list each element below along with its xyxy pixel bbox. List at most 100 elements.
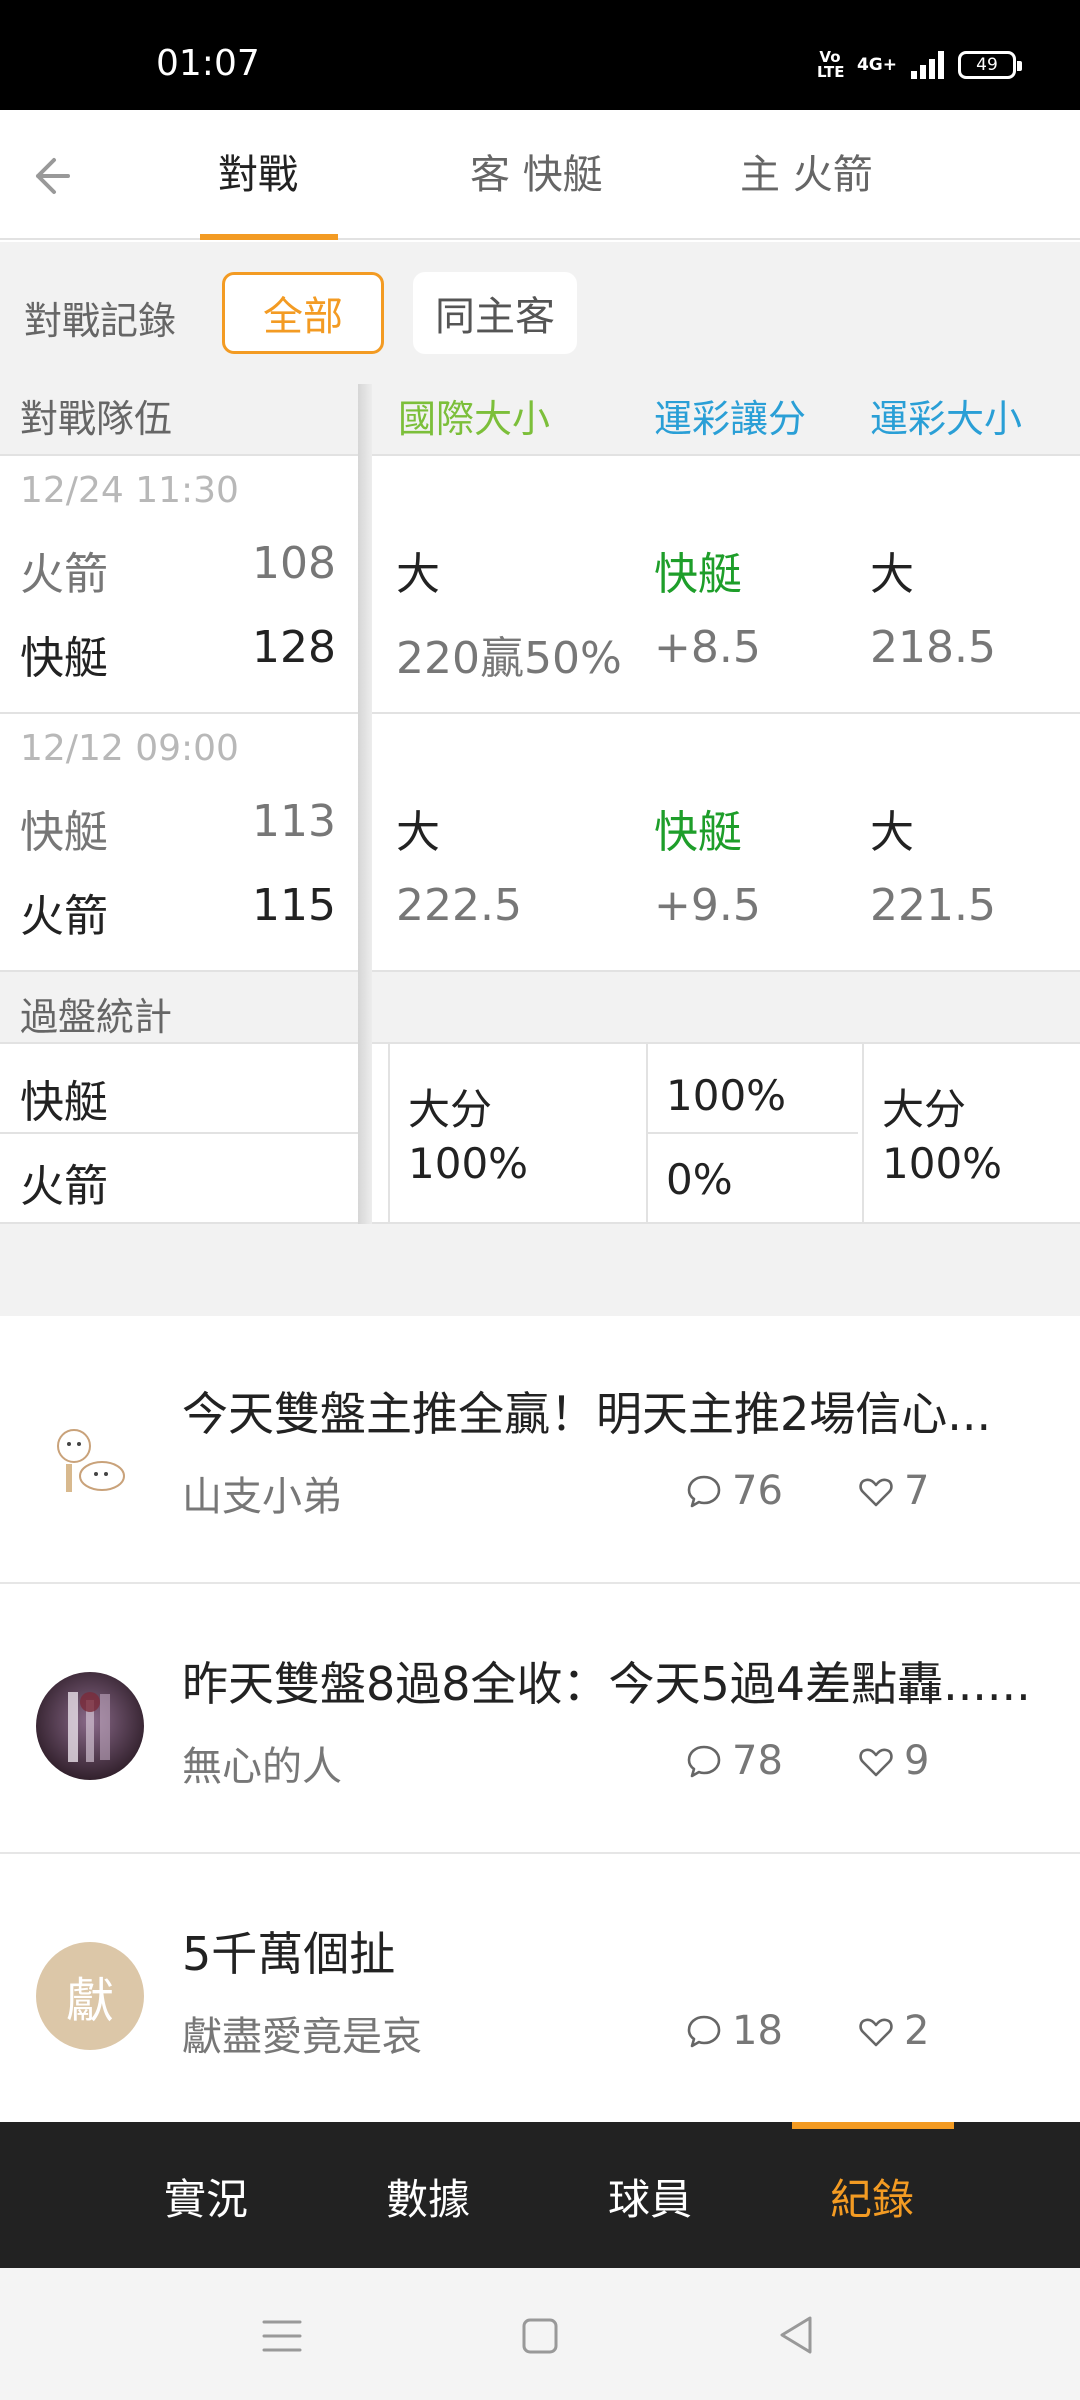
signal-icon — [911, 51, 944, 79]
divider — [862, 1044, 864, 1224]
post-item[interactable]: 昨天雙盤8過8全收：今天5過4差點轟...... 無心的人 78 9 — [0, 1586, 1080, 1854]
total-line: 221.5 — [870, 880, 996, 931]
heart-icon — [859, 1748, 893, 1777]
post-title[interactable]: 今天雙盤主推全贏！明天主推2場信心... — [182, 1378, 1042, 1444]
arrow-left-icon[interactable] — [24, 152, 72, 200]
sticky-column-shadow — [358, 384, 372, 1224]
team-score: 108 — [252, 538, 336, 589]
total-line: 218.5 — [870, 622, 996, 673]
back-triangle-icon[interactable] — [776, 2314, 816, 2356]
nav-records[interactable]: 紀錄 — [792, 2166, 952, 2227]
filter-same-home-button[interactable]: 同主客 — [413, 272, 577, 354]
divider — [646, 1044, 648, 1224]
spread-stat-team2-pct: 0% — [666, 1155, 733, 1204]
team-score: 113 — [252, 796, 336, 847]
bottom-nav: 實況 數據 球員 紀錄 — [0, 2122, 1080, 2268]
avatar[interactable]: 獻 — [36, 1942, 144, 2050]
total-result: 大 — [870, 807, 914, 858]
divider — [648, 1132, 858, 1134]
spread-line: +9.5 — [654, 880, 761, 931]
tab-home-team[interactable]: 主 火箭 — [740, 150, 873, 200]
nav-live[interactable]: 實況 — [126, 2166, 286, 2227]
tab-away-team[interactable]: 客 快艇 — [470, 150, 603, 200]
table-header: 對戰隊伍 國際大小 運彩讓分 運彩大小 — [0, 384, 1080, 456]
total-result: 大 — [870, 549, 914, 600]
post-item[interactable]: 獻 5千萬個扯 獻盡愛竟是哀 18 2 — [0, 1856, 1080, 2122]
post-title[interactable]: 昨天雙盤8過8全收：今天5過4差點轟...... — [182, 1648, 1042, 1714]
divider — [0, 1132, 360, 1134]
col-team-header: 對戰隊伍 — [20, 397, 173, 441]
intl-total-line: 220贏50% — [396, 633, 622, 684]
stats-header: 過盤統計 — [0, 972, 1080, 1044]
intl-total-result: 大 — [396, 549, 440, 600]
battery-level: 49 — [976, 55, 998, 75]
like-count-value: 7 — [904, 1468, 930, 1514]
comment-icon — [687, 1475, 721, 1508]
avatar[interactable] — [36, 1402, 144, 1510]
avatar[interactable] — [36, 1672, 144, 1780]
comment-count[interactable]: 78 — [684, 1738, 783, 1784]
nav-data[interactable]: 數據 — [348, 2166, 508, 2227]
comment-count[interactable]: 18 — [684, 2008, 783, 2054]
section-gap — [0, 1224, 1080, 1316]
system-nav-bar — [0, 2268, 1080, 2400]
header: 對戰 客 快艇 主 火箭 — [0, 110, 1080, 240]
stats-label: 過盤統計 — [20, 995, 173, 1039]
comment-count-value: 76 — [732, 1468, 783, 1514]
team-name: 快艇 — [20, 807, 108, 858]
like-count[interactable]: 7 — [856, 1468, 929, 1514]
post-author[interactable]: 獻盡愛竟是哀 — [182, 2004, 422, 2062]
nav-active-indicator — [792, 2122, 954, 2129]
post-title[interactable]: 5千萬個扯 — [182, 1918, 1042, 1984]
spread-stat-team1-pct: 100% — [666, 1071, 787, 1120]
team-score: 115 — [252, 880, 336, 931]
menu-icon[interactable] — [262, 2318, 302, 2354]
team-name: 火箭 — [20, 549, 108, 600]
heart-icon — [859, 2018, 893, 2047]
comment-icon — [687, 1745, 721, 1778]
like-count-value: 9 — [904, 1738, 930, 1784]
like-count[interactable]: 9 — [856, 1738, 929, 1784]
post-item[interactable]: 今天雙盤主推全贏！明天主推2場信心... 山支小弟 76 7 — [0, 1316, 1080, 1584]
spread-winner: 快艇 — [654, 549, 742, 600]
spread-winner: 快艇 — [654, 807, 742, 858]
match-date: 12/24 11:30 — [20, 470, 239, 511]
comment-count-value: 78 — [732, 1738, 783, 1784]
volte-icon: Vo LTE — [816, 48, 845, 81]
team-name: 火箭 — [20, 891, 108, 942]
col-lottery-total-header: 運彩大小 — [870, 397, 1023, 441]
total-stat-label: 大分 — [882, 1085, 967, 1134]
stats-body: 快艇 火箭 大分 100% 100% 0% 大分 100% — [0, 1044, 1080, 1224]
comment-icon — [687, 2015, 721, 2048]
col-lottery-spread-header: 運彩讓分 — [654, 397, 807, 441]
team-name: 快艇 — [20, 633, 108, 684]
like-count-value: 2 — [904, 2008, 930, 2054]
status-bar: 01:07 Vo LTE 4G+ 49 — [0, 0, 1080, 110]
match-row[interactable]: 12/12 09:00 快艇 113 火箭 115 大 222.5 快艇 +9.… — [0, 714, 1080, 972]
stats-team-name: 快艇 — [20, 1077, 108, 1128]
comment-count-value: 18 — [732, 2008, 783, 2054]
avatar-initial: 獻 — [65, 1973, 114, 2029]
like-count[interactable]: 2 — [856, 2008, 929, 2054]
network-type: 4G+ — [856, 55, 897, 75]
filter-all-button[interactable]: 全部 — [222, 272, 384, 354]
divider — [388, 1044, 390, 1224]
post-author[interactable]: 山支小弟 — [182, 1464, 342, 1522]
nav-players[interactable]: 球員 — [570, 2166, 730, 2227]
col-intl-total-header: 國際大小 — [398, 397, 551, 441]
intl-stat-pct: 100% — [408, 1139, 529, 1188]
match-date: 12/12 09:00 — [20, 728, 239, 769]
post-author[interactable]: 無心的人 — [182, 1734, 342, 1792]
tab-matchup[interactable]: 對戰 — [218, 150, 298, 200]
intl-total-line: 222.5 — [396, 880, 522, 931]
filter-label: 對戰記錄 — [24, 299, 177, 343]
intl-total-result: 大 — [396, 807, 440, 858]
home-square-icon[interactable] — [520, 2316, 560, 2356]
comment-count[interactable]: 76 — [684, 1468, 783, 1514]
spread-line: +8.5 — [654, 622, 761, 673]
status-time: 01:07 — [156, 43, 260, 84]
heart-icon — [859, 1478, 893, 1507]
match-row[interactable]: 12/24 11:30 火箭 108 快艇 128 大 220贏50% 快艇 +… — [0, 456, 1080, 714]
tab-active-indicator — [200, 234, 338, 240]
filter-row: 對戰記錄 全部 同主客 — [0, 242, 1080, 384]
